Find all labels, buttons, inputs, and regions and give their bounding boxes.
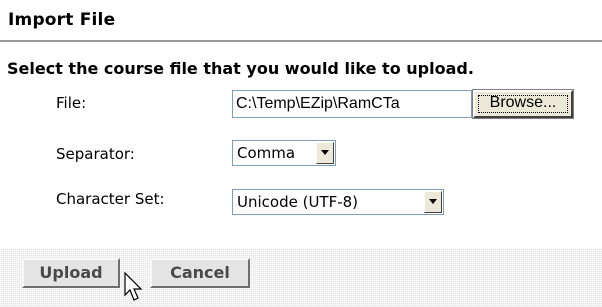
page-title: Import File bbox=[8, 10, 116, 30]
cancel-button[interactable]: Cancel bbox=[150, 258, 250, 288]
charset-label: Character Set: bbox=[56, 190, 165, 208]
browse-button-label: Browse... bbox=[489, 94, 557, 111]
chevron-down-icon bbox=[429, 199, 437, 204]
separator-select[interactable]: Comma bbox=[232, 140, 336, 166]
title-divider bbox=[0, 40, 602, 42]
mouse-pointer-icon bbox=[124, 272, 143, 301]
chevron-down-icon bbox=[321, 150, 329, 155]
separator-label: Separator: bbox=[56, 145, 135, 163]
file-label: File: bbox=[56, 94, 87, 112]
charset-select[interactable]: Unicode (UTF-8) bbox=[232, 189, 444, 215]
file-path-input[interactable]: C:\Temp\EZip\RamCTa bbox=[232, 90, 472, 118]
separator-dropdown-button[interactable] bbox=[316, 142, 334, 164]
charset-dropdown-button[interactable] bbox=[424, 191, 442, 213]
charset-selected-value: Unicode (UTF-8) bbox=[237, 193, 359, 211]
upload-instruction: Select the course file that you would li… bbox=[7, 59, 474, 78]
separator-selected-value: Comma bbox=[237, 144, 296, 162]
upload-button[interactable]: Upload bbox=[22, 258, 120, 288]
browse-button[interactable]: Browse... bbox=[472, 89, 574, 119]
